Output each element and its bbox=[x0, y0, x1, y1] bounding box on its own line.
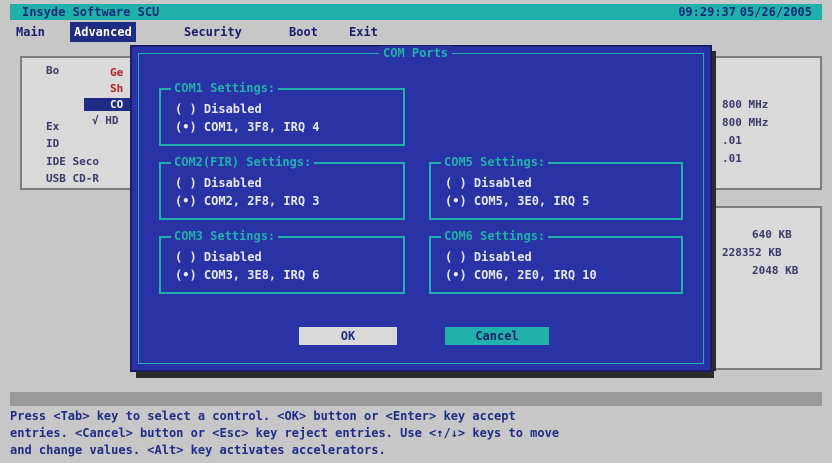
ok-button[interactable]: OK bbox=[299, 327, 397, 345]
cancel-button[interactable]: Cancel bbox=[445, 327, 549, 345]
com6-settings-group: COM6 Settings: ( ) Disabled (•) COM6, 2E… bbox=[429, 229, 683, 294]
background-value: 800 MHz bbox=[722, 116, 769, 129]
background-row: ID bbox=[46, 137, 60, 150]
background-memory-value: 228352 KB bbox=[722, 246, 782, 259]
date: 05/26/2005 bbox=[739, 5, 812, 19]
dialog-frame: COM Ports COM1 Settings: ( ) Disabled (•… bbox=[138, 46, 704, 364]
com1-disabled-radio[interactable]: ( ) Disabled bbox=[175, 102, 262, 116]
menu-exit[interactable]: Exit bbox=[345, 22, 382, 42]
com3-disabled-radio[interactable]: ( ) Disabled bbox=[175, 250, 262, 264]
group-title: COM1 Settings: bbox=[171, 81, 279, 95]
help-line: Press <Tab> key to select a control. <OK… bbox=[10, 409, 516, 423]
background-left-panel bbox=[20, 56, 144, 190]
com3-settings-group: COM3 Settings: ( ) Disabled (•) COM3, 3E… bbox=[159, 229, 405, 294]
com5-settings-group: COM5 Settings: ( ) Disabled (•) COM5, 3E… bbox=[429, 155, 683, 220]
com-ports-dialog: COM Ports COM1 Settings: ( ) Disabled (•… bbox=[130, 45, 712, 372]
menu-bar: Main Advanced Security Boot Exit bbox=[10, 22, 822, 42]
title-bar: Insyde Software SCU 09:29:37 05/26/2005 bbox=[10, 4, 822, 20]
background-row: Ex bbox=[46, 120, 60, 133]
help-line: and change values. <Alt> key activates a… bbox=[10, 443, 386, 457]
background-panel-header: Bo bbox=[46, 64, 60, 77]
com5-enabled-radio[interactable]: (•) COM5, 3E0, IRQ 5 bbox=[445, 194, 590, 208]
status-separator bbox=[10, 392, 822, 406]
group-title: COM5 Settings: bbox=[441, 155, 549, 169]
background-item: Ge bbox=[110, 66, 124, 79]
background-memory-value: 640 KB bbox=[752, 228, 792, 241]
background-row: USB CD-R bbox=[46, 172, 99, 185]
background-item-selected: CO bbox=[84, 98, 132, 111]
com2-settings-group: COM2(FIR) Settings: ( ) Disabled (•) COM… bbox=[159, 155, 405, 220]
dialog-title: COM Ports bbox=[379, 46, 453, 60]
group-title: COM3 Settings: bbox=[171, 229, 279, 243]
background-row: IDE Seco bbox=[46, 155, 99, 168]
group-title: COM6 Settings: bbox=[441, 229, 549, 243]
help-line: entries. <Cancel> button or <Esc> key re… bbox=[10, 426, 560, 440]
background-value: .01 bbox=[722, 152, 742, 165]
menu-advanced[interactable]: Advanced bbox=[70, 22, 136, 42]
menu-main[interactable]: Main bbox=[12, 22, 49, 42]
background-value: 800 MHz bbox=[722, 98, 769, 111]
app-name: Insyde Software SCU bbox=[22, 5, 160, 19]
help-text: Press <Tab> key to select a control. <OK… bbox=[10, 408, 822, 458]
menu-security[interactable]: Security bbox=[180, 22, 246, 42]
com6-enabled-radio[interactable]: (•) COM6, 2E0, IRQ 10 bbox=[445, 268, 597, 282]
com6-disabled-radio[interactable]: ( ) Disabled bbox=[445, 250, 532, 264]
group-title: COM2(FIR) Settings: bbox=[171, 155, 315, 169]
com2-enabled-radio[interactable]: (•) COM2, 2F8, IRQ 3 bbox=[175, 194, 320, 208]
com1-settings-group: COM1 Settings: ( ) Disabled (•) COM1, 3F… bbox=[159, 81, 405, 146]
com5-disabled-radio[interactable]: ( ) Disabled bbox=[445, 176, 532, 190]
menu-boot[interactable]: Boot bbox=[285, 22, 322, 42]
background-memory-value: 2048 KB bbox=[752, 264, 799, 277]
background-item: Sh bbox=[110, 82, 124, 95]
com1-enabled-radio[interactable]: (•) COM1, 3F8, IRQ 4 bbox=[175, 120, 320, 134]
com3-enabled-radio[interactable]: (•) COM3, 3E8, IRQ 6 bbox=[175, 268, 320, 282]
background-value: .01 bbox=[722, 134, 742, 147]
ok-label: OK bbox=[340, 329, 356, 343]
clock: 09:29:37 bbox=[678, 5, 736, 19]
background-item: √ HD bbox=[92, 114, 119, 127]
com2-disabled-radio[interactable]: ( ) Disabled bbox=[175, 176, 262, 190]
